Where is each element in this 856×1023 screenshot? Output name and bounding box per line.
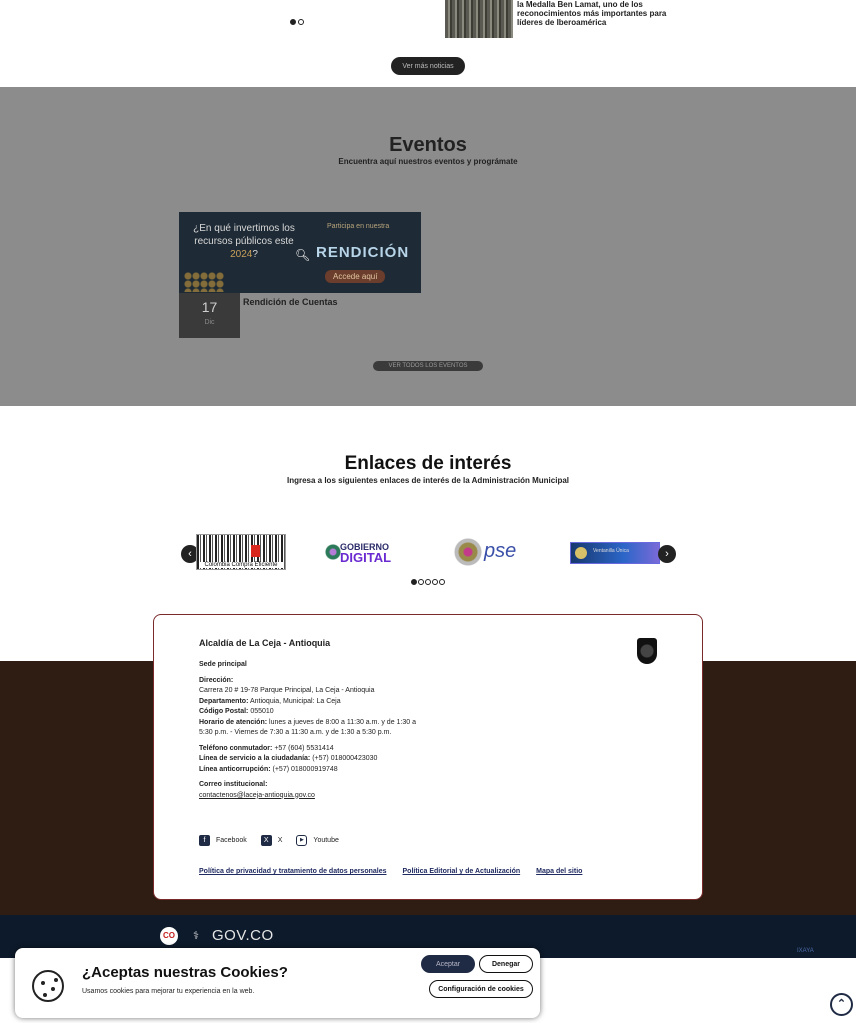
govco-icon: ⚕ [193,930,199,942]
logo-mark [575,547,587,559]
sede-label: Sede principal [199,661,247,668]
carousel-next-button[interactable]: › [658,545,676,563]
linea-ciudadania-label: Línea de servicio a la ciudadanía: [199,755,311,762]
logo-gobierno-digital[interactable]: GOBIERNO DIGITAL [322,534,408,570]
policy-links: Política de privacidad y tratamiento de … [199,868,582,875]
carousel-dot[interactable] [425,579,431,585]
linea-ciudadania-value[interactable]: (+57) 018000423030 [310,755,377,762]
correo-label: Correo institucional: [199,781,268,788]
correo-link[interactable]: contactenos@laceja-antioquia.gov.co [199,791,429,802]
logo-mark [251,545,260,557]
news-section: la Medalla Ben Lamat, uno de los reconoc… [0,0,856,87]
departamento-label: Departamento: [199,697,249,705]
x-icon[interactable]: X [260,835,272,846]
events-subtitle: Encuentra aquí nuestros eventos y prográ… [338,157,518,166]
carousel-dot[interactable] [439,579,445,585]
events-title: Eventos [389,134,467,156]
departamento-value: Antioquia, Municipal: La Ceja [248,697,341,705]
decorative-leaves [184,272,224,292]
govco-logo-text[interactable]: GOV.CO [212,927,274,944]
social-links: f Facebook X X ▶ Youtube [199,835,347,846]
sitemap-link[interactable]: Mapa del sitio [536,868,582,875]
news-headline[interactable]: la Medalla Ben Lamat, uno de los reconoc… [517,0,677,27]
youtube-link[interactable]: Youtube [313,837,338,844]
event-date: 17 Dic [179,293,240,338]
event-month: Dic [204,319,215,326]
developer-credit[interactable]: IXAYA [797,948,814,954]
scroll-to-top-button[interactable]: ⌃ [830,993,853,1016]
carousel-dot[interactable] [298,19,304,25]
event-banner-question: ¿En qué invertimos los recursos públicos… [193,223,295,260]
news-thumbnail[interactable] [445,0,513,38]
news-carousel-dots [290,19,304,25]
telefono-label: Teléfono conmutador: [199,744,273,752]
carousel-dot[interactable] [290,19,296,25]
direccion-label: Dirección: [199,676,234,684]
footer-card: Alcaldía de La Ceja - Antioquia Sede pri… [153,614,703,900]
logo-line2: DIGITAL [340,550,392,565]
links-title: Enlaces de interés [344,453,512,474]
links-subtitle: Ingresa a los siguientes enlaces de inte… [286,476,569,485]
event-day: 17 [201,299,218,315]
x-link[interactable]: X [278,837,283,844]
event-banner-accede[interactable]: Accede aquí [325,270,386,283]
event-banner-rendicion: RENDICIÓN [316,244,410,261]
events-section: Eventos Encuentra aquí nuestros eventos … [0,87,856,406]
co-badge-icon[interactable]: CO [160,927,178,945]
editorial-policy-link[interactable]: Política Editorial y de Actualización [403,868,521,875]
municipal-emblem-icon [636,638,658,670]
more-news-button[interactable]: Ver más noticias [391,57,465,75]
postal-value: 055010 [248,708,274,715]
event-name[interactable]: Rendición de Cuentas [243,297,338,307]
logo-text: pse [484,540,517,562]
cookie-text: Usamos cookies para mejorar tu experienc… [82,988,255,995]
logo-pse[interactable]: pse [452,534,532,570]
event-banner[interactable]: ¿En qué invertimos los recursos públicos… [179,212,421,293]
footer-title: Alcaldía de La Ceja - Antioquia [199,638,331,648]
links-carousel-dots [411,579,445,585]
direccion-value: Carrera 20 # 19-78 Parque Principal, La … [199,687,375,694]
postal-label: Código Postal: [199,708,249,715]
shield-icon [637,638,657,664]
search-icon[interactable]: 🔍︎ [295,248,310,262]
cookie-icon [32,970,64,1002]
linea-anticorrupcion-value[interactable]: (+57) 018000919748 [271,766,338,773]
all-events-button[interactable]: VER TODOS LOS EVENTOS [373,361,483,371]
logo-colombia-compra[interactable]: Colombia Compra Eficiente [196,534,286,570]
cookie-accept-button[interactable]: Aceptar [421,955,475,973]
cookie-banner: ¿Aceptas nuestras Cookies? Usamos cookie… [15,948,540,1018]
telefono-value[interactable]: +57 (604) 5531414 [272,745,333,752]
chevron-up-icon: ⌃ [836,998,847,1010]
horario-label: Horario de atención: [199,718,268,726]
cookie-deny-button[interactable]: Denegar [479,955,533,973]
linea-anticorrupcion-label: Línea anticorrupción: [199,765,271,773]
privacy-policy-link[interactable]: Política de privacidad y tratamiento de … [199,868,387,875]
logo-caption: Colombia Compra Eficiente [199,562,283,568]
youtube-icon[interactable]: ▶ [296,835,308,846]
carousel-dot[interactable] [418,579,424,585]
logo-mark [454,538,482,566]
event-banner-participa: Participa en nuestra [327,223,390,230]
cookie-title: ¿Aceptas nuestras Cookies? [82,964,288,981]
logo-ventanilla[interactable]: Ventanilla Única [570,542,660,564]
carousel-dot[interactable] [411,579,417,585]
cookie-config-button[interactable]: Configuración de cookies [429,980,533,998]
logo-text: Ventanilla Única [593,548,629,554]
carousel-dot[interactable] [432,579,438,585]
facebook-icon[interactable]: f [199,835,210,846]
facebook-link[interactable]: Facebook [216,837,247,844]
footer-contact-info: Sede principal Dirección: Carrera 20 # 1… [199,660,429,801]
